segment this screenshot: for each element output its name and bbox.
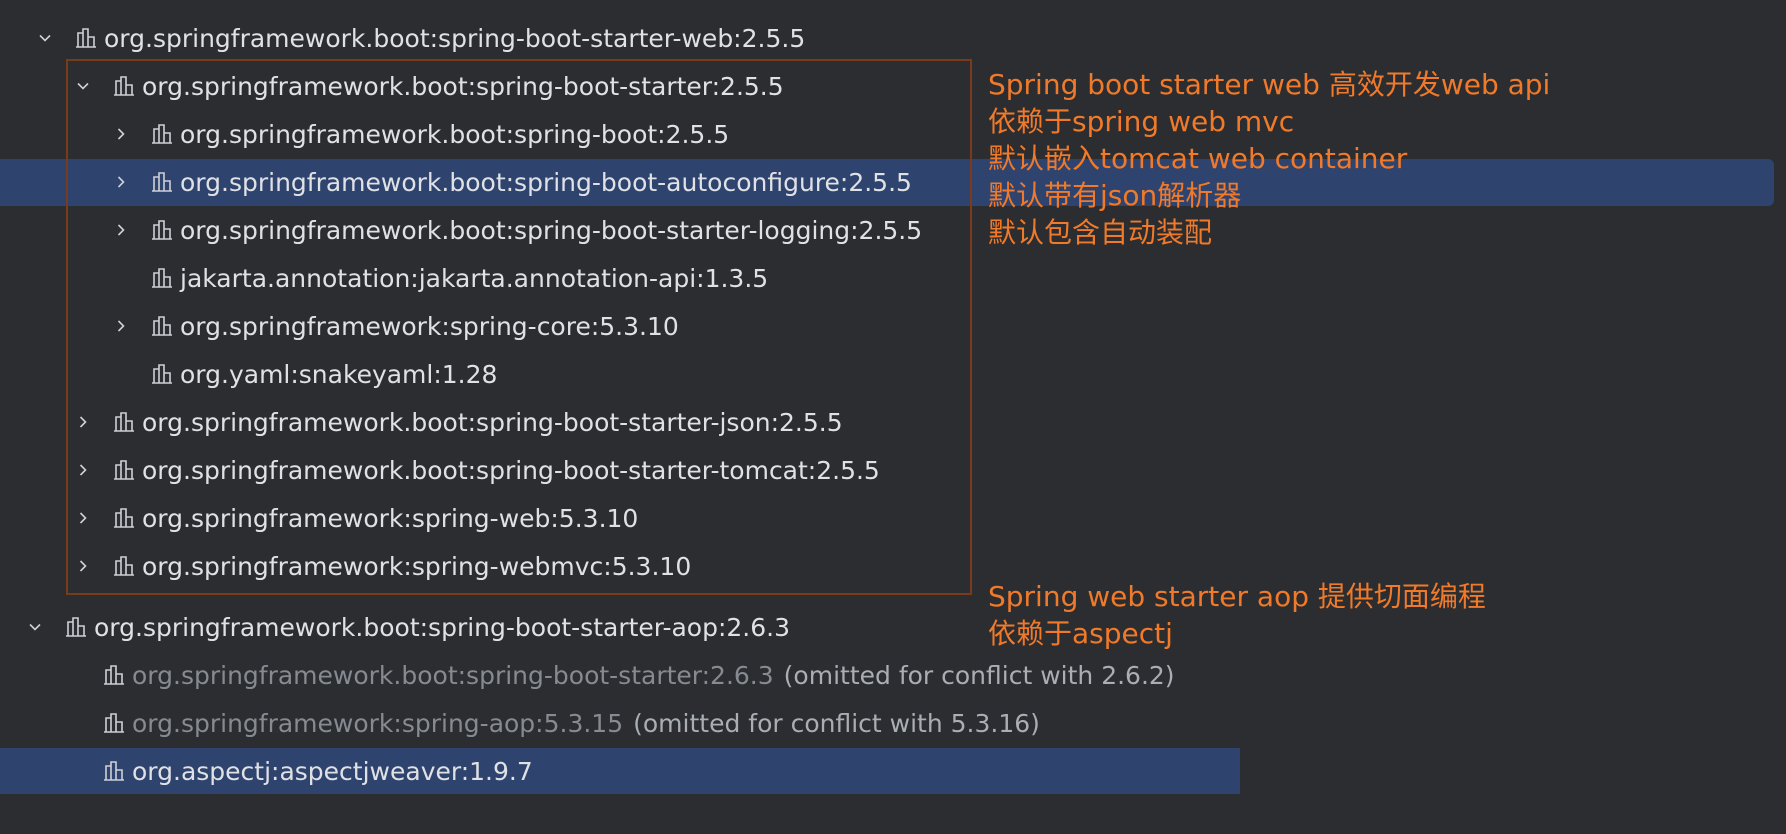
- node-label: org.springframework.boot:spring-boot-sta…: [142, 71, 784, 101]
- chevron-down-icon[interactable]: [68, 64, 98, 108]
- annotation-line: 依赖于spring web mvc: [988, 105, 1295, 138]
- tree-node-spring-boot-starter[interactable]: org.springframework.boot:spring-boot-sta…: [68, 64, 784, 108]
- node-label: org.springframework:spring-aop:5.3.15: [132, 708, 624, 738]
- annotation-line: 默认嵌入tomcat web container: [988, 142, 1408, 175]
- tree-node-spring-webmvc[interactable]: org.springframework:spring-webmvc:5.3.10: [68, 544, 691, 588]
- tree-node-spring-boot-starter-tomcat[interactable]: org.springframework.boot:spring-boot-sta…: [68, 448, 880, 492]
- node-label: org.springframework:spring-webmvc:5.3.10: [142, 551, 692, 581]
- no-chevron-spacer: [58, 653, 88, 697]
- node-label: org.springframework.boot:spring-boot-aut…: [180, 167, 912, 197]
- no-chevron-spacer: [106, 352, 136, 396]
- tree-node-spring-web[interactable]: org.springframework:spring-web:5.3.10: [68, 496, 638, 540]
- library-icon: [150, 256, 180, 300]
- library-icon: [150, 112, 180, 156]
- library-icon: [112, 64, 142, 108]
- node-label: org.springframework:spring-core:5.3.10: [180, 311, 679, 341]
- library-icon: [112, 400, 142, 444]
- tree-node-spring-boot-starter-json[interactable]: org.springframework.boot:spring-boot-sta…: [68, 400, 843, 444]
- chevron-right-icon[interactable]: [106, 112, 136, 156]
- tree-node-snakeyaml[interactable]: org.yaml:snakeyaml:1.28: [106, 352, 497, 396]
- annotation-line: Spring web starter aop 提供切面编程: [988, 580, 1486, 613]
- conflict-note: (omitted for conflict with 2.6.2): [783, 660, 1175, 690]
- chevron-right-icon[interactable]: [68, 496, 98, 540]
- node-label: org.springframework.boot:spring-boot-sta…: [142, 455, 880, 485]
- library-icon: [64, 605, 94, 649]
- node-label: org.yaml:snakeyaml:1.28: [180, 359, 498, 389]
- chevron-right-icon[interactable]: [68, 400, 98, 444]
- tree-node-starter-web[interactable]: org.springframework.boot:spring-boot-sta…: [30, 16, 805, 60]
- tree-node-omitted-spring-aop[interactable]: org.springframework:spring-aop:5.3.15 (o…: [58, 701, 1040, 745]
- tree-node-spring-boot-autoconfigure[interactable]: org.springframework.boot:spring-boot-aut…: [106, 160, 912, 204]
- library-icon: [150, 160, 180, 204]
- library-icon: [102, 701, 132, 745]
- tree-node-starter-aop[interactable]: org.springframework.boot:spring-boot-sta…: [20, 605, 790, 649]
- node-label: org.springframework.boot:spring-boot-sta…: [142, 407, 843, 437]
- chevron-down-icon[interactable]: [20, 605, 50, 649]
- chevron-right-icon[interactable]: [106, 304, 136, 348]
- tree-node-spring-core[interactable]: org.springframework:spring-core:5.3.10: [106, 304, 679, 348]
- chevron-right-icon[interactable]: [106, 160, 136, 204]
- annotation-line: 默认带有json解析器: [988, 179, 1242, 212]
- tree-node-omitted-spring-boot-starter[interactable]: org.springframework.boot:spring-boot-sta…: [58, 653, 1175, 697]
- chevron-right-icon[interactable]: [68, 448, 98, 492]
- library-icon: [150, 352, 180, 396]
- annotation-line: Spring boot starter web 高效开发web api: [988, 68, 1551, 101]
- annotation-web: Spring boot starter web 高效开发web api 依赖于s…: [988, 66, 1550, 251]
- library-icon: [102, 749, 132, 793]
- library-icon: [112, 496, 142, 540]
- annotation-aop: Spring web starter aop 提供切面编程 依赖于aspectj: [988, 578, 1486, 652]
- no-chevron-spacer: [58, 749, 88, 793]
- tree-node-spring-boot-starter-logging[interactable]: org.springframework.boot:spring-boot-sta…: [106, 208, 922, 252]
- no-chevron-spacer: [106, 256, 136, 300]
- annotation-line: 依赖于aspectj: [988, 617, 1173, 650]
- node-label: org.springframework.boot:spring-boot-sta…: [180, 215, 923, 245]
- library-icon: [112, 448, 142, 492]
- node-label: org.aspectj:aspectjweaver:1.9.7: [132, 756, 533, 786]
- node-label: org.springframework.boot:spring-boot-sta…: [132, 660, 774, 690]
- library-icon: [112, 544, 142, 588]
- library-icon: [102, 653, 132, 697]
- node-label: jakarta.annotation:jakarta.annotation-ap…: [180, 263, 769, 293]
- tree-node-jakarta-annotation-api[interactable]: jakarta.annotation:jakarta.annotation-ap…: [106, 256, 768, 300]
- chevron-down-icon[interactable]: [30, 16, 60, 60]
- chevron-right-icon[interactable]: [106, 208, 136, 252]
- node-label: org.springframework.boot:spring-boot:2.5…: [180, 119, 730, 149]
- dependency-tree-view: org.springframework.boot:spring-boot-sta…: [0, 0, 1786, 834]
- library-icon: [150, 208, 180, 252]
- library-icon: [74, 16, 104, 60]
- conflict-note: (omitted for conflict with 5.3.16): [633, 708, 1040, 738]
- node-label: org.springframework:spring-web:5.3.10: [142, 503, 639, 533]
- no-chevron-spacer: [58, 701, 88, 745]
- library-icon: [150, 304, 180, 348]
- node-label: org.springframework.boot:spring-boot-sta…: [104, 23, 806, 53]
- annotation-line: 默认包含自动装配: [988, 216, 1213, 249]
- tree-node-spring-boot[interactable]: org.springframework.boot:spring-boot:2.5…: [106, 112, 729, 156]
- chevron-right-icon[interactable]: [68, 544, 98, 588]
- node-label: org.springframework.boot:spring-boot-sta…: [94, 612, 791, 642]
- tree-node-aspectjweaver[interactable]: org.aspectj:aspectjweaver:1.9.7: [58, 749, 533, 793]
